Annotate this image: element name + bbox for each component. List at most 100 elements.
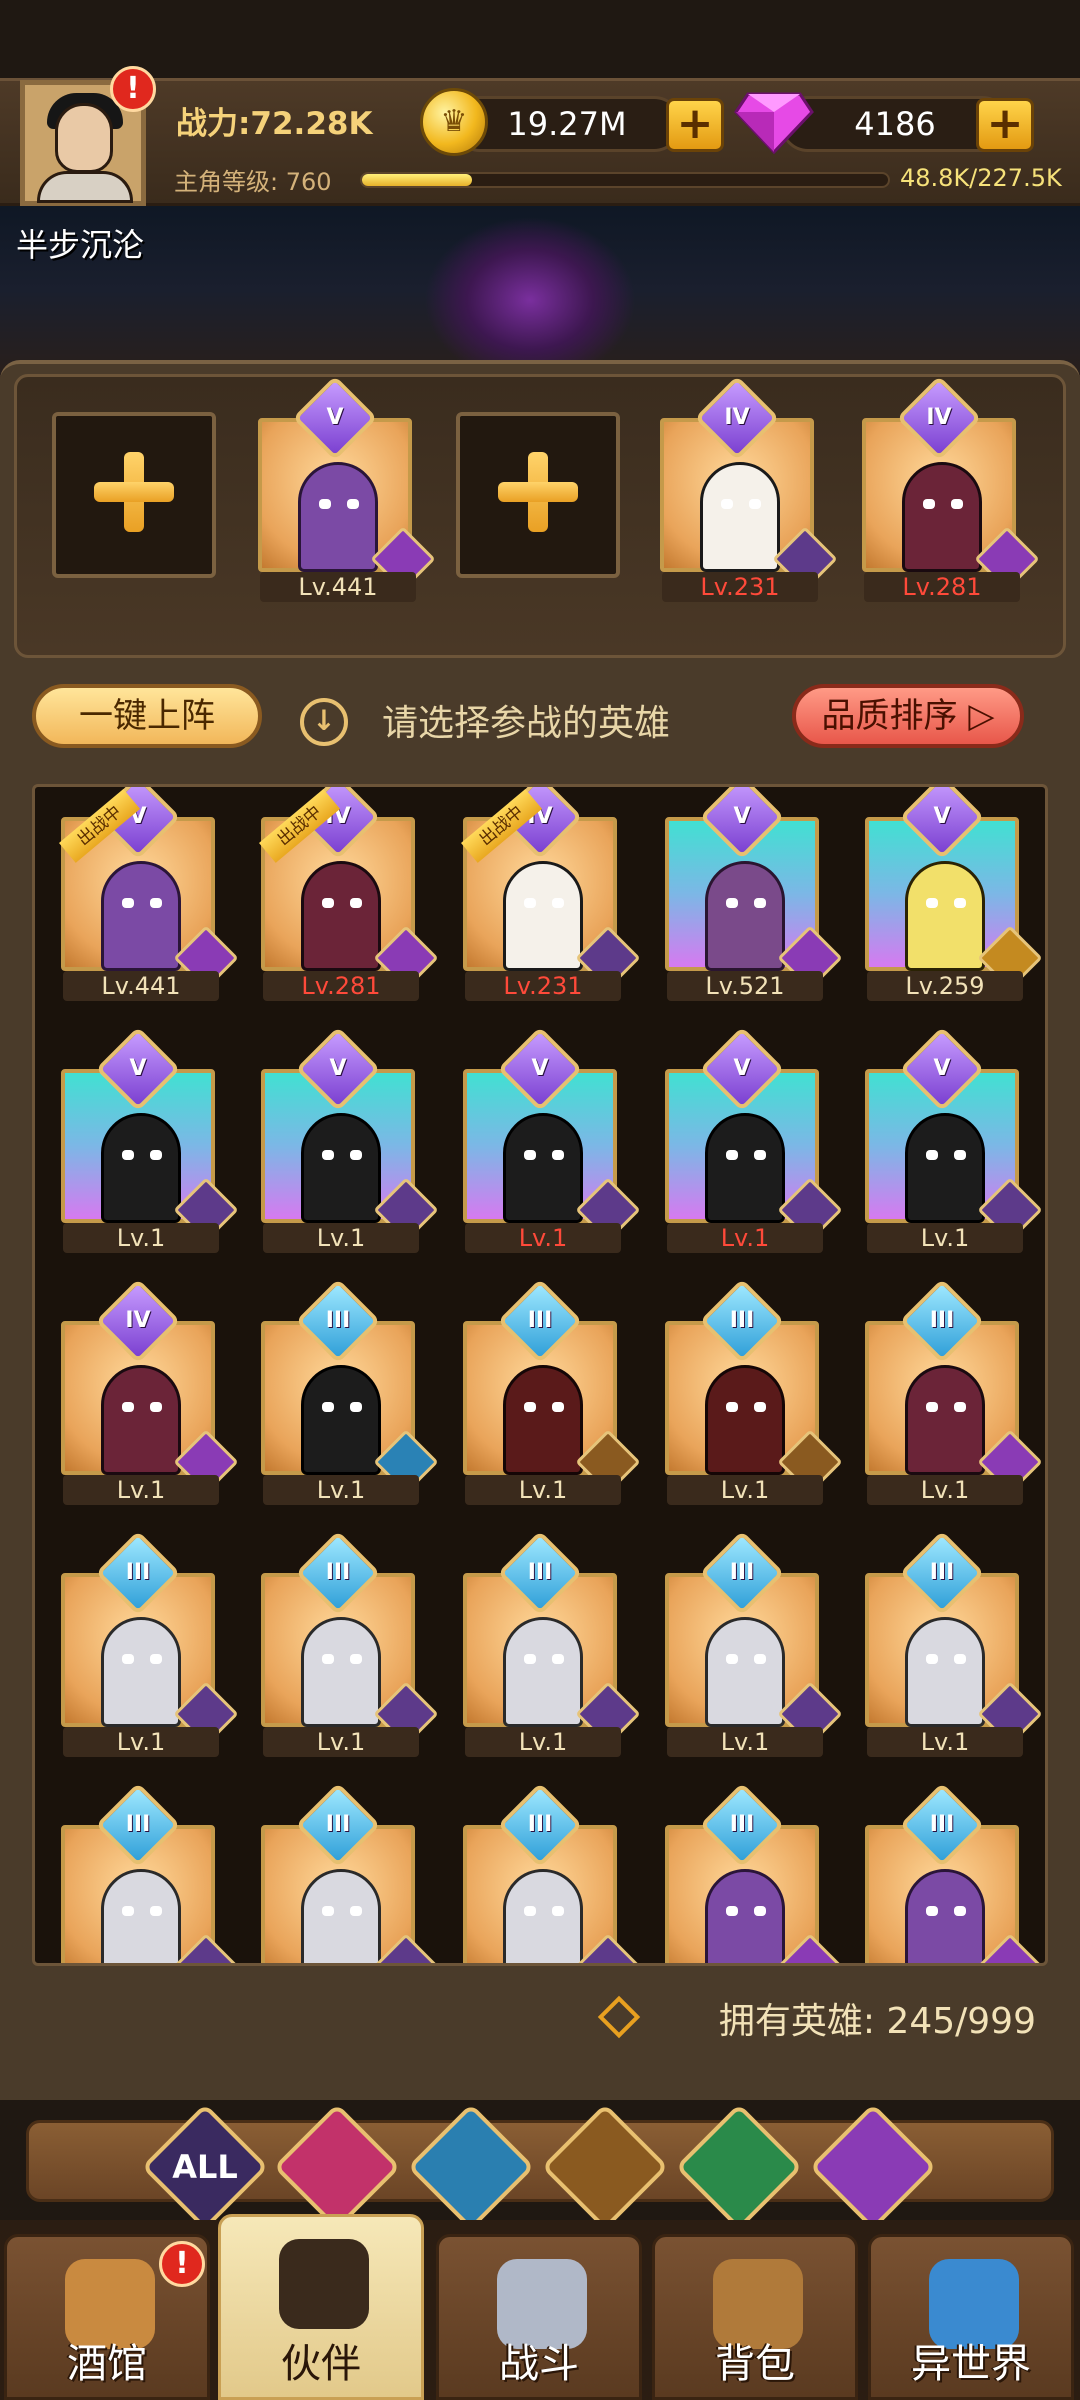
hero-eye [350, 1150, 362, 1160]
rank-label: III [929, 1308, 955, 1333]
team-slot-hero[interactable]: IV Lv.281 [862, 375, 1040, 602]
hero-level: Lv.1 [263, 1223, 419, 1253]
hero-card[interactable]: IV 出战中 Lv.231 [461, 787, 641, 1001]
hero-card[interactable]: III Lv.1 [665, 1278, 843, 1505]
hero-grid[interactable]: V 出战中 Lv.441 IV 出战中 Lv.281 IV 出战中 Lv.231 V Lv.521 V… [32, 784, 1048, 1966]
hero-eye [122, 1402, 134, 1412]
hero-portrait [298, 462, 378, 572]
hero-portrait [705, 1869, 785, 1963]
nav-tab[interactable]: 伙伴 [218, 2214, 424, 2400]
team-slot-hero[interactable]: IV Lv.231 [660, 375, 838, 602]
team-slot-hero[interactable]: V Lv.441 [258, 375, 436, 602]
hero-eye [150, 1402, 162, 1412]
hero-card[interactable]: III [463, 1782, 641, 1963]
hero-portrait [902, 462, 982, 572]
hero-card[interactable]: V Lv.1 [463, 1026, 641, 1253]
hero-card[interactable]: V Lv.521 [665, 787, 843, 1001]
player-level: 主角等级: 760 [174, 168, 332, 196]
hero-card[interactable]: III Lv.1 [463, 1278, 641, 1505]
rank-label: III [125, 1560, 151, 1585]
hero-portrait [301, 1365, 381, 1475]
rank-label: III [729, 1560, 755, 1585]
nav-tab[interactable]: 背包 [652, 2234, 858, 2400]
player-name: 半步沉沦 [16, 226, 145, 264]
rank-label: III [929, 1812, 955, 1837]
rank-badge: V [95, 1026, 181, 1112]
hero-card[interactable]: V Lv.1 [865, 1026, 1043, 1253]
hero-card[interactable]: III [261, 1782, 439, 1963]
hero-portrait [301, 1113, 381, 1223]
hero-card[interactable]: III Lv.1 [865, 1530, 1043, 1757]
hero-level: Lv.1 [63, 1475, 219, 1505]
rank-badge: III [497, 1278, 583, 1364]
hero-portrait [101, 1869, 181, 1963]
hero-card[interactable]: V Lv.1 [61, 1026, 239, 1253]
hero-card[interactable]: III Lv.1 [261, 1278, 439, 1505]
filter-label [430, 2126, 512, 2208]
hero-eye [524, 1402, 536, 1412]
hero-eye [923, 499, 935, 509]
hero-eye [754, 1654, 766, 1664]
hero-portrait [301, 1869, 381, 1963]
hero-portrait [705, 1617, 785, 1727]
add-gold-button[interactable]: + [666, 98, 724, 152]
rank-label: III [729, 1308, 755, 1333]
hero-eye [322, 1402, 334, 1412]
empty-team-slot[interactable] [52, 412, 216, 578]
hero-card[interactable]: III [665, 1782, 843, 1963]
rank-label: III [527, 1308, 553, 1333]
hero-eye [322, 1906, 334, 1916]
nav-tab-label: 伙伴 [281, 2341, 361, 2387]
hero-portrait [905, 861, 985, 971]
hero-card[interactable]: III Lv.1 [665, 1530, 843, 1757]
hero-card[interactable]: IV 出战中 Lv.281 [259, 787, 439, 1001]
select-hero-hint: 请选择参战的英雄 [382, 703, 671, 744]
hero-card[interactable]: III Lv.1 [865, 1278, 1043, 1505]
hero-card[interactable]: III Lv.1 [61, 1530, 239, 1757]
filter-label [832, 2126, 914, 2208]
hero-level: Lv.521 [667, 971, 823, 1001]
hero-eye [926, 1150, 938, 1160]
hero-card[interactable]: V Lv.1 [665, 1026, 843, 1253]
hero-card[interactable]: V Lv.1 [261, 1026, 439, 1253]
rank-badge: III [699, 1530, 785, 1616]
hero-card[interactable]: III [61, 1782, 239, 1963]
hero-portrait [101, 1365, 181, 1475]
hero-card[interactable]: V Lv.259 [865, 787, 1043, 1001]
app-root: { "header": { "power_label": "战力:72.28K"… [0, 0, 1080, 2400]
hero-card[interactable]: V 出战中 Lv.441 [59, 787, 239, 1001]
rank-badge: III [95, 1782, 181, 1868]
hero-eye [322, 1654, 334, 1664]
hero-eye [150, 1654, 162, 1664]
gem-icon [734, 92, 814, 154]
empty-team-slot[interactable] [456, 412, 620, 578]
hero-portrait [101, 1113, 181, 1223]
hero-level: Lv.1 [667, 1727, 823, 1757]
nav-tab[interactable]: 异世界 [868, 2234, 1074, 2400]
hero-card[interactable]: III [865, 1782, 1043, 1963]
auto-deploy-button[interactable]: 一键上阵 [32, 684, 262, 748]
hero-level: Lv.1 [465, 1223, 621, 1253]
hero-level: Lv.1 [63, 1727, 219, 1757]
hero-eye [954, 898, 966, 908]
hero-card[interactable]: III Lv.1 [261, 1530, 439, 1757]
hero-eye [122, 1654, 134, 1664]
hero-eye [150, 898, 162, 908]
nav-tab[interactable]: 战斗 [436, 2234, 642, 2400]
sort-by-quality-button[interactable]: 品质排序 ▷ [792, 684, 1024, 748]
down-arrow-icon: ↓ [300, 698, 348, 746]
hero-eye [726, 1906, 738, 1916]
xp-bar-fill [362, 174, 473, 186]
rank-badge: III [295, 1530, 381, 1616]
hero-eye [926, 1654, 938, 1664]
partner-icon [279, 2239, 369, 2329]
hero-card[interactable]: IV Lv.1 [61, 1278, 239, 1505]
rank-badge: V [497, 1026, 583, 1112]
rank-label: V [326, 405, 344, 430]
hero-portrait [700, 462, 780, 572]
rank-label: III [527, 1560, 553, 1585]
hero-card[interactable]: III Lv.1 [463, 1530, 641, 1757]
nav-tab[interactable]: 酒馆! [4, 2234, 210, 2400]
add-gem-button[interactable]: + [976, 98, 1034, 152]
hero-eye [350, 898, 362, 908]
